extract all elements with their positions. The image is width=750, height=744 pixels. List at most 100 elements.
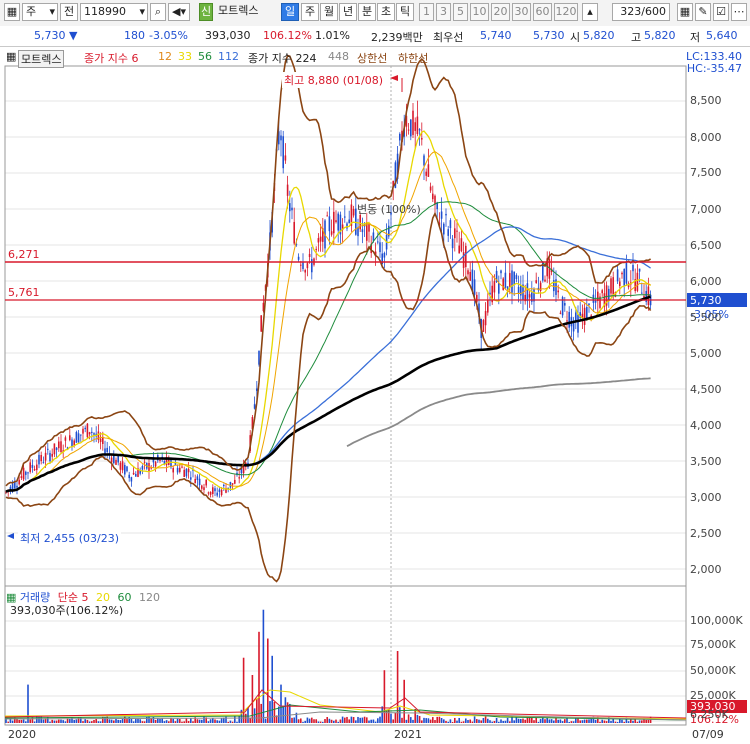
volume-bar — [623, 721, 625, 723]
low-label: 저 — [690, 31, 701, 44]
candle-body — [55, 447, 58, 450]
candle-body — [42, 462, 45, 464]
more-icon[interactable]: ⋯ — [731, 3, 747, 21]
grid-icon[interactable]: ▦ — [677, 3, 693, 21]
bid-price: 5,730 — [533, 29, 565, 42]
volume-bar — [159, 718, 161, 723]
legend-lower-band[interactable]: 하한선 — [398, 50, 428, 66]
candle-body — [535, 280, 537, 284]
price-tick: 2,000 — [690, 563, 722, 576]
candle-body — [124, 464, 126, 475]
speaker-icon[interactable]: ◀▾ — [168, 3, 190, 21]
edit-icon[interactable]: ✎ — [695, 3, 711, 21]
minute-5-button[interactable]: 5 — [453, 3, 468, 21]
legend-grid-icon[interactable]: ▦ — [6, 50, 16, 63]
volume-bar — [161, 718, 163, 723]
minute-20-button[interactable]: 20 — [491, 3, 510, 21]
period-second-tab[interactable]: 초 — [377, 3, 395, 21]
period-tick-tab[interactable]: 틱 — [396, 3, 414, 21]
volume-bar — [168, 721, 170, 723]
volume-bar — [410, 717, 412, 723]
volume-bar — [51, 719, 53, 723]
check-icon[interactable]: ☑ — [713, 3, 729, 21]
period-minute-tab[interactable]: 분 — [358, 3, 376, 21]
candle-body — [154, 461, 157, 467]
minute-120-button[interactable]: 120 — [554, 3, 578, 21]
candle-body — [36, 464, 38, 471]
volume-bar — [344, 717, 346, 723]
candle-body — [469, 271, 471, 281]
chart-menu-icon[interactable]: ▦ — [4, 3, 20, 21]
search-icon[interactable]: ⌕ — [150, 3, 166, 21]
volume-bar — [559, 719, 562, 723]
volume-bar — [535, 717, 537, 723]
candle-body — [27, 472, 29, 474]
volume-bar — [135, 719, 137, 723]
market-select[interactable]: 주 ▾ — [22, 3, 58, 21]
volume-bar — [495, 718, 498, 723]
legend-ma-56[interactable]: 56 — [198, 50, 212, 63]
hc-value: HC:-35.47 — [686, 62, 742, 75]
volume-bar — [583, 719, 586, 723]
legend-ma-224[interactable]: 종가 지수 224 — [248, 50, 316, 66]
period-day-tab[interactable]: 일 — [281, 3, 299, 21]
candle-body — [372, 232, 375, 241]
candle-body — [445, 213, 447, 216]
volume-bar — [544, 719, 546, 723]
volume-bar — [55, 720, 58, 723]
price-chart[interactable] — [0, 46, 750, 744]
volume-bar — [231, 721, 234, 723]
volume-bar — [302, 721, 304, 723]
count-input[interactable]: 323/600 — [612, 3, 670, 21]
minute-60-button[interactable]: 60 — [533, 3, 552, 21]
candle-body — [348, 219, 350, 224]
candle-body — [636, 272, 639, 291]
volume-bar — [256, 698, 258, 723]
legend-ma-12[interactable]: 12 — [158, 50, 172, 63]
stock-code-input[interactable]: 118990 ▾ — [80, 3, 148, 21]
candle-body — [207, 492, 210, 494]
candle-body — [379, 242, 381, 253]
legend-ma-33[interactable]: 33 — [178, 50, 192, 63]
minute-1-button[interactable]: 1 — [419, 3, 434, 21]
volume-bar — [330, 719, 333, 723]
minute-3-button[interactable]: 3 — [436, 3, 451, 21]
volume-bar — [374, 721, 377, 723]
volume-bar — [146, 716, 148, 723]
volume-bar — [280, 684, 282, 723]
candle-body — [212, 487, 214, 494]
price-tick: 5,500 — [690, 311, 722, 324]
minute-30-button[interactable]: 30 — [512, 3, 531, 21]
legend-stock-name[interactable]: 모트렉스 — [18, 50, 65, 68]
prev-button[interactable]: 전 — [60, 3, 78, 21]
candle-body — [115, 459, 117, 465]
candle-body — [86, 423, 89, 438]
stepper-icon[interactable]: ▴ — [582, 3, 598, 21]
volume-legend-ma120[interactable]: 120 — [139, 591, 160, 604]
volume-bar — [27, 684, 29, 723]
volume-bar — [451, 721, 454, 723]
candle-body — [427, 164, 430, 177]
volume-tick: 75,000K — [690, 638, 736, 651]
ma-112-line — [5, 226, 651, 493]
period-week-tab[interactable]: 주 — [301, 3, 319, 21]
legend-ma-448[interactable]: 448 — [328, 50, 349, 63]
legend-ma-112[interactable]: 112 — [218, 50, 239, 63]
volume-bar — [621, 719, 623, 723]
price-pane-border — [4, 65, 687, 587]
volume-bar — [271, 655, 273, 723]
minute-10-button[interactable]: 10 — [470, 3, 489, 21]
volume-bar — [130, 718, 133, 723]
volume-bar — [306, 717, 309, 723]
volume-bar — [91, 721, 93, 723]
legend-ma-label[interactable]: 종가 지수 6 — [84, 50, 138, 66]
volume-bar — [139, 719, 141, 723]
volume-bar — [627, 721, 630, 723]
period-month-tab[interactable]: 월 — [320, 3, 338, 21]
volume-bar — [253, 708, 256, 723]
period-year-tab[interactable]: 년 — [339, 3, 357, 21]
volume-bar — [341, 716, 344, 723]
candle-body — [577, 314, 579, 333]
low-price: 5,640 — [706, 29, 738, 42]
legend-upper-band[interactable]: 상한선 — [357, 50, 387, 66]
